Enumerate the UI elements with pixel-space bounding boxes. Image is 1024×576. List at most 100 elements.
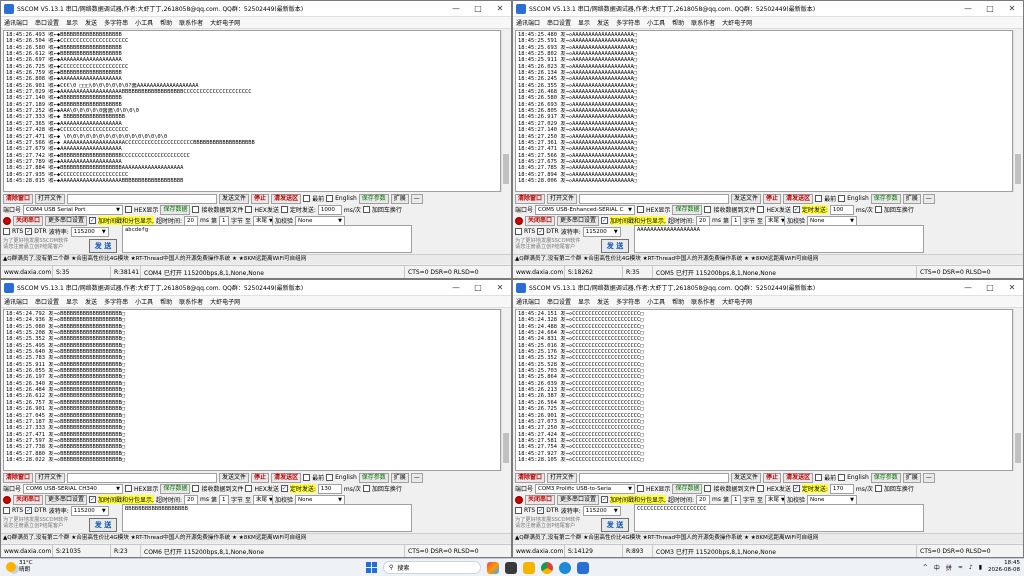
timestamp-checkbox[interactable]: ✓ 加时间戳和分包显示, [601, 216, 666, 225]
save-params-button[interactable]: 保存参数 [870, 472, 901, 483]
open-file-button[interactable]: 打开文件 [35, 193, 66, 204]
timeout-input[interactable]: 20 [183, 494, 198, 505]
scroll-thumb[interactable] [503, 433, 509, 463]
menu-item[interactable]: 显示 [578, 297, 590, 306]
minimize-button[interactable]: — [445, 1, 467, 17]
receive-log[interactable]: 18:45:24.792 发→◇BBBBBBBBBBBBBBBBBBB□ 18:4… [3, 309, 501, 471]
wifi-icon[interactable]: ≈ [958, 564, 963, 571]
open-file-button[interactable]: 打开文件 [547, 472, 578, 483]
baud-select[interactable]: 115200 ▼ [582, 505, 621, 516]
log-scrollbar[interactable] [1013, 30, 1022, 192]
end-select[interactable]: 末尾 ▼ [253, 215, 274, 226]
close-port-button[interactable]: 关闭串口 [525, 494, 556, 505]
top-most-checkbox[interactable]: 最前 [303, 473, 324, 482]
menu-item[interactable]: 帮助 [672, 297, 684, 306]
maximize-button[interactable]: □ [979, 280, 1001, 296]
menu-item[interactable]: 多字符串 [104, 18, 128, 27]
timestamp-checkbox[interactable]: ✓ 加时间戳和分包显示, [89, 495, 154, 504]
menu-item[interactable]: 帮助 [160, 18, 172, 27]
menu-item[interactable]: 小工具 [135, 18, 153, 27]
port-select[interactable]: COM3 Prolific USB-to-Seria ▼ [535, 483, 636, 494]
minimize-button[interactable]: — [957, 1, 979, 17]
collapse-button[interactable]: — [410, 472, 423, 483]
save-data-button[interactable]: 保存数据 [160, 483, 191, 494]
maximize-button[interactable]: □ [467, 280, 489, 296]
minimize-button[interactable]: — [957, 280, 979, 296]
maximize-button[interactable]: □ [979, 1, 1001, 17]
menu-item[interactable]: 串口设置 [547, 297, 571, 306]
hex-display-checkbox[interactable]: HEX显示 [637, 484, 670, 493]
send-textarea[interactable]: CCCCCCCCCCCCCCCCCCCCC [634, 504, 924, 532]
stop-button[interactable]: 停止 [251, 472, 270, 483]
title-bar[interactable]: SSCOM V5.13.1 串口/网络数据调试器,作者:大虾丁丁,2618058… [1, 280, 511, 296]
recv-to-file-checkbox[interactable]: 接收数据到文件 [704, 205, 755, 214]
weather-widget[interactable]: 31°C 晴朗 [6, 560, 33, 574]
more-settings-button[interactable]: 更多串口设置 [45, 215, 88, 226]
hex-display-checkbox[interactable]: HEX显示 [637, 205, 670, 214]
start-icon[interactable] [366, 562, 377, 573]
rts-checkbox[interactable]: RTS [3, 228, 23, 235]
clear-window-button[interactable]: 清除窗口 [515, 472, 546, 483]
menu-item[interactable]: 小工具 [647, 18, 665, 27]
menu-item[interactable]: 通讯端口 [516, 18, 540, 27]
menu-item[interactable]: 通讯端口 [4, 297, 28, 306]
send-button[interactable]: 发 送 [601, 239, 629, 253]
interval-input[interactable]: 1000 [317, 204, 342, 215]
menu-item[interactable]: 大虾电子网 [722, 18, 752, 27]
clear-send-button[interactable]: 清发送区 [783, 472, 814, 483]
menu-item[interactable]: 串口设置 [35, 18, 59, 27]
menu-item[interactable]: 串口设置 [35, 297, 59, 306]
menu-item[interactable]: 大虾电子网 [210, 18, 240, 27]
save-data-button[interactable]: 保存数据 [672, 483, 703, 494]
dtr-checkbox[interactable]: ✓ DTR [537, 507, 559, 514]
tray-overflow-icon[interactable]: ^ [923, 564, 928, 571]
end-select[interactable]: 末尾 ▼ [253, 494, 274, 505]
status-website[interactable]: www.daxia.com [1, 266, 53, 278]
add-crlf-checkbox[interactable]: 加回车换行 [362, 484, 402, 493]
interval-input[interactable]: 170 [829, 483, 854, 494]
recv-to-file-checkbox[interactable]: 接收数据到文件 [192, 484, 243, 493]
close-button[interactable]: ✕ [489, 280, 511, 296]
timed-send-checkbox[interactable]: ✓ 定时发送: [792, 484, 828, 493]
verify-select[interactable]: None ▼ [807, 494, 858, 505]
stop-button[interactable]: 停止 [251, 193, 270, 204]
nth-input[interactable]: 1 [218, 215, 229, 226]
collapse-button[interactable]: — [922, 193, 935, 204]
ime-mode[interactable]: 中 [934, 563, 940, 572]
folder-icon[interactable] [523, 561, 535, 574]
title-bar[interactable]: SSCOM V5.13.1 串口/网络数据调试器,作者:大虾丁丁,2618058… [513, 1, 1023, 17]
interval-input[interactable]: 100 [829, 204, 854, 215]
menu-item[interactable]: 显示 [578, 18, 590, 27]
add-crlf-checkbox[interactable]: 加回车换行 [362, 205, 402, 214]
close-button[interactable]: ✕ [1001, 280, 1023, 296]
top-most-checkbox[interactable]: 最前 [303, 194, 324, 203]
baud-select[interactable]: 115200 ▼ [70, 505, 109, 516]
taskbar-app-icon[interactable] [487, 561, 499, 574]
timeout-input[interactable]: 20 [695, 215, 710, 226]
port-select[interactable]: COM4 USB Serial Port ▼ [23, 204, 124, 215]
menu-item[interactable]: 帮助 [672, 18, 684, 27]
nth-input[interactable]: 1 [730, 215, 741, 226]
timeout-input[interactable]: 20 [183, 215, 198, 226]
send-textarea[interactable]: AAAAAAAAAAAAAAAAAAA [634, 225, 924, 253]
menu-item[interactable]: 联系作者 [691, 297, 715, 306]
recv-to-file-checkbox[interactable]: 接收数据到文件 [704, 484, 755, 493]
battery-icon[interactable]: ▮ [979, 564, 982, 571]
menu-item[interactable]: 大虾电子网 [722, 297, 752, 306]
dtr-checkbox[interactable]: ✓ DTR [25, 228, 47, 235]
english-checkbox[interactable]: English [326, 474, 357, 481]
receive-log[interactable]: 18:45:24.151 发→◇CCCCCCCCCCCCCCCCCCCCC□ 18… [515, 309, 1013, 471]
stop-button[interactable]: 停止 [763, 193, 782, 204]
taskbar-app-icon[interactable] [505, 561, 517, 574]
rts-checkbox[interactable]: RTS [515, 507, 535, 514]
clock[interactable]: 18:45 2026-08-08 [988, 560, 1020, 574]
clear-window-button[interactable]: 清除窗口 [3, 193, 34, 204]
chrome-icon[interactable] [541, 561, 553, 574]
scroll-thumb[interactable] [503, 154, 509, 184]
status-website[interactable]: www.daxia.com [513, 545, 565, 557]
title-bar[interactable]: SSCOM V5.13.1 串口/网络数据调试器,作者:大虾丁丁,2618058… [1, 1, 511, 17]
hex-send-checkbox[interactable]: HEX发送 [245, 205, 279, 214]
expand-button[interactable]: 扩展 [902, 193, 921, 204]
menu-item[interactable]: 联系作者 [691, 18, 715, 27]
menu-item[interactable]: 大虾电子网 [210, 297, 240, 306]
